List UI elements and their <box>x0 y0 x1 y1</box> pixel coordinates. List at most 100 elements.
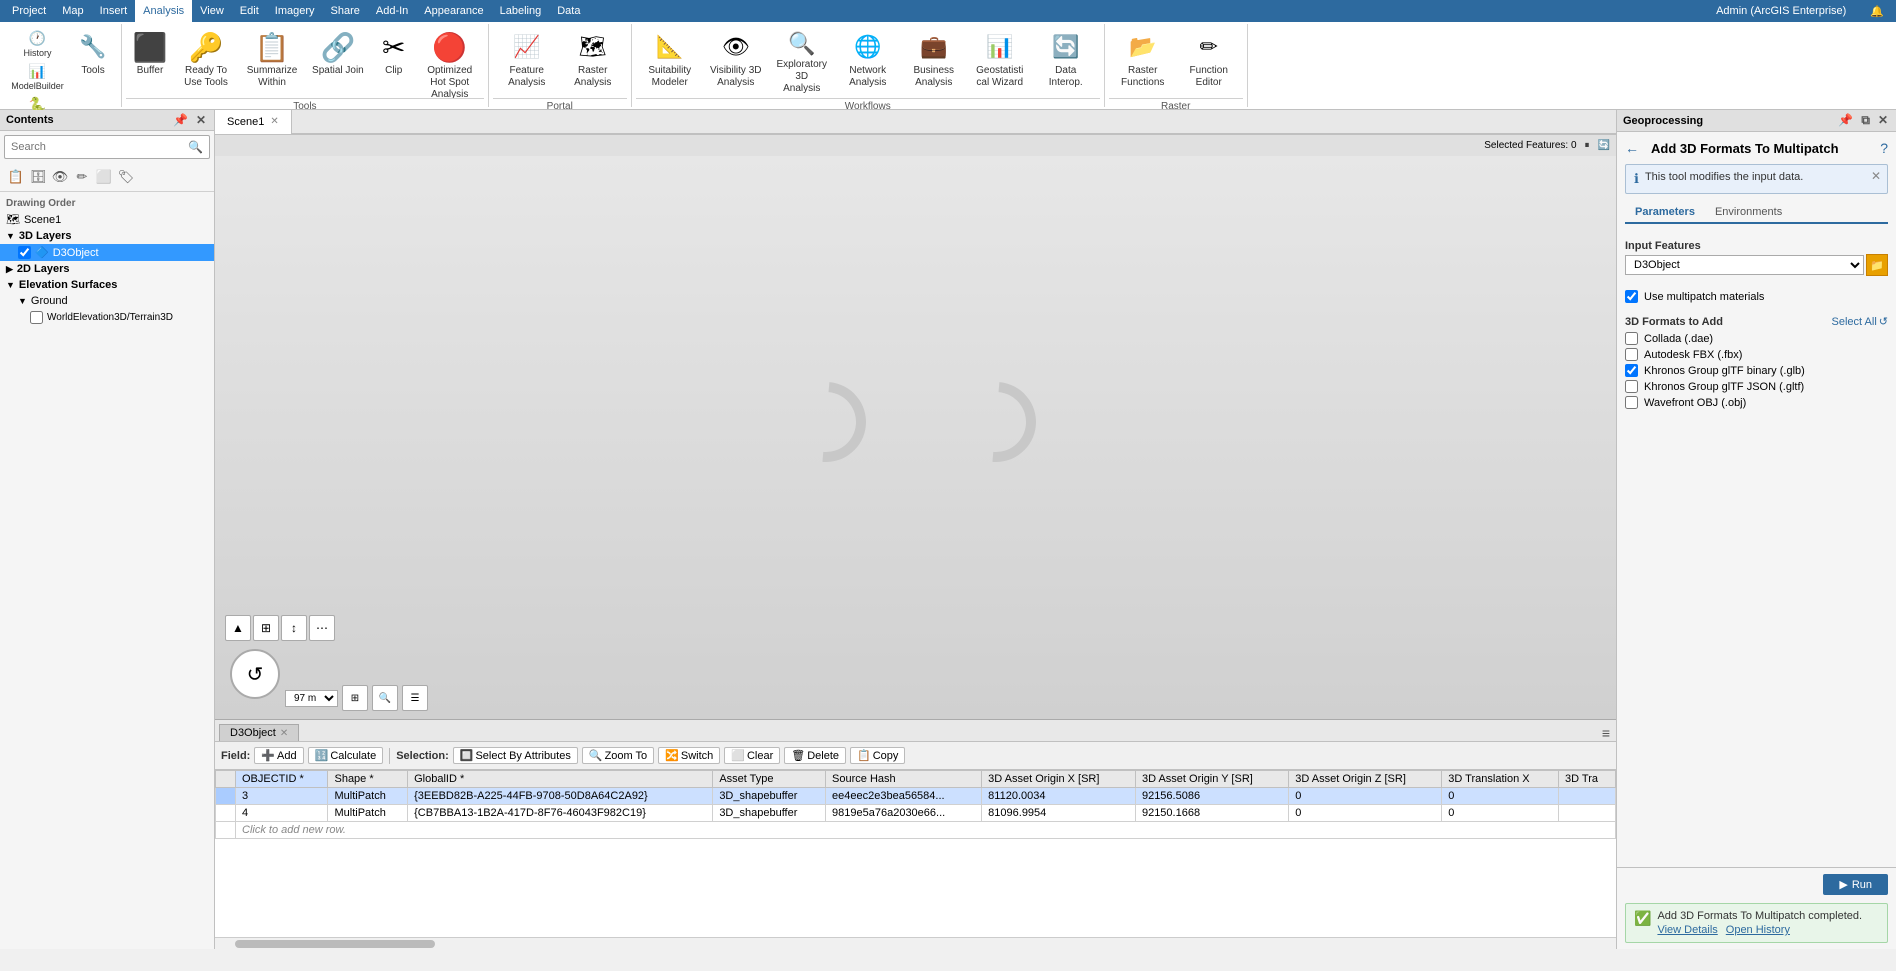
notification-icon[interactable]: 🔔 <box>1862 0 1892 22</box>
scene1-tab-close[interactable]: ✕ <box>270 116 278 127</box>
magnifier-btn[interactable]: 🔍 <box>372 685 398 711</box>
select-all-btn[interactable]: Select All ↺ <box>1832 315 1888 328</box>
back-btn[interactable]: ← <box>1625 140 1639 156</box>
table-view-btn[interactable]: ☰ <box>402 685 428 711</box>
fbx-checkbox[interactable] <box>1625 348 1638 361</box>
history-btn[interactable]: 🕐 History <box>6 28 69 60</box>
geo-panel-close-btn[interactable]: ✕ <box>1876 113 1890 128</box>
visibility-3d-btn[interactable]: 👁 Visibility 3D Analysis <box>704 28 768 96</box>
contents-selection-btn[interactable]: ⬜ <box>94 167 114 187</box>
add-row[interactable]: Click to add new row. <box>216 822 1616 839</box>
menu-addin[interactable]: Add-In <box>368 0 416 22</box>
menu-edit[interactable]: Edit <box>232 0 267 22</box>
menu-view[interactable]: View <box>192 0 232 22</box>
clear-btn[interactable]: ⬜ Clear <box>724 747 780 764</box>
menu-labeling[interactable]: Labeling <box>492 0 550 22</box>
modelbuilder-btn[interactable]: 📊 ModelBuilder <box>6 61 69 93</box>
input-features-dropdown[interactable]: D3Object <box>1625 255 1864 275</box>
add-field-btn[interactable]: ➕ Add <box>254 747 303 764</box>
input-features-browse-btn[interactable]: 📁 <box>1866 254 1888 276</box>
copy-btn[interactable]: 📋 Copy <box>850 747 905 764</box>
delete-btn[interactable]: 🗑 Delete <box>784 747 846 764</box>
tree-d3object[interactable]: 🔷 D3Object <box>0 244 214 261</box>
scale-dropdown[interactable]: 97 m <box>285 690 338 707</box>
zoom-to-btn[interactable]: 🔍 Zoom To <box>582 747 654 764</box>
open-history-link[interactable]: Open History <box>1726 924 1790 936</box>
tree-elevation-surfaces[interactable]: ▼ Elevation Surfaces <box>0 277 214 293</box>
compass-widget[interactable]: ↺ <box>230 649 280 699</box>
menu-analysis[interactable]: Analysis <box>135 0 192 22</box>
attr-table-hscrollbar[interactable] <box>215 937 1616 949</box>
geostatistical-wizard-btn[interactable]: 📊 Geostatistical Wizard <box>968 28 1032 96</box>
menu-project[interactable]: Project <box>4 0 54 22</box>
origin-x-col-header[interactable]: 3D Asset Origin X [SR] <box>982 771 1136 788</box>
use-multipatch-row[interactable]: Use multipatch materials <box>1625 290 1888 303</box>
obj-checkbox[interactable] <box>1625 396 1638 409</box>
business-analysis-btn[interactable]: 💼 Business Analysis <box>902 28 966 96</box>
optimized-hot-spot-btn[interactable]: 🔴 Optimized Hot Spot Analysis <box>418 28 482 96</box>
origin-z-col-header[interactable]: 3D Asset Origin Z [SR] <box>1289 771 1442 788</box>
refresh-btn[interactable]: 🔄 <box>1598 140 1610 151</box>
attribute-table[interactable]: OBJECTID * Shape * GlobalID * Asset Type… <box>215 770 1616 937</box>
raster-analysis-btn[interactable]: 🗺 Raster Analysis <box>561 28 625 96</box>
scene1-tab[interactable]: Scene1 ✕ <box>215 110 292 134</box>
contents-pin-btn[interactable]: 📌 <box>171 113 190 127</box>
clip-btn[interactable]: ✂ Clip <box>372 28 416 96</box>
view-details-link[interactable]: View Details <box>1657 924 1717 936</box>
menu-appearance[interactable]: Appearance <box>416 0 491 22</box>
network-analysis-btn[interactable]: 🌐 Network Analysis <box>836 28 900 96</box>
contents-search-input[interactable] <box>11 141 188 153</box>
attr-table-options-btn[interactable]: ≡ <box>1602 725 1616 741</box>
contents-edit-btn[interactable]: ✏ <box>72 167 92 187</box>
scene-view[interactable]: ▲ ⊞ ↕ ⋯ ↺ 97 m ⊞ 🔍 ☰ <box>215 134 1616 719</box>
tree-world-elevation[interactable]: WorldElevation3D/Terrain3D <box>0 309 214 326</box>
format-collada[interactable]: Collada (.dae) <box>1625 332 1888 345</box>
contents-list-by-drawing-order-btn[interactable]: 📋 <box>6 167 26 187</box>
geo-help-icon[interactable]: ? <box>1880 140 1888 156</box>
contents-search-box[interactable]: 🔍 <box>4 135 210 159</box>
format-gltf-json[interactable]: Khronos Group glTF JSON (.gltf) <box>1625 380 1888 393</box>
switch-btn[interactable]: 🔀 Switch <box>658 747 720 764</box>
trans-col-header[interactable]: 3D Tra <box>1559 771 1616 788</box>
contents-list-by-visibility-btn[interactable]: 👁 <box>50 167 70 187</box>
select-by-attributes-btn[interactable]: 🔲 Select By Attributes <box>453 747 578 764</box>
buffer-btn[interactable]: ⬛ Buffer <box>128 28 172 96</box>
objectid-col-header[interactable]: OBJECTID * <box>236 771 328 788</box>
tree-ground[interactable]: ▼ Ground <box>0 293 214 309</box>
gltf-binary-checkbox[interactable] <box>1625 364 1638 377</box>
menu-data[interactable]: Data <box>549 0 588 22</box>
exploratory-3d-btn[interactable]: 🔍 Exploratory 3D Analysis <box>770 28 834 96</box>
contents-list-by-source-btn[interactable]: 🗄 <box>28 167 48 187</box>
attr-tab-close[interactable]: ✕ <box>280 728 288 739</box>
geo-panel-pin-btn[interactable]: 📌 <box>1836 113 1855 128</box>
raster-functions-btn[interactable]: 📂 Raster Functions <box>1111 28 1175 96</box>
menu-share[interactable]: Share <box>323 0 368 22</box>
spatial-join-btn[interactable]: 🔗 Spatial Join <box>306 28 370 96</box>
collada-checkbox[interactable] <box>1625 332 1638 345</box>
asset-type-col-header[interactable]: Asset Type <box>713 771 826 788</box>
suitability-modeler-btn[interactable]: 📐 Suitability Modeler <box>638 28 702 96</box>
summarize-within-btn[interactable]: 📋 Summarize Within <box>240 28 304 96</box>
info-close-btn[interactable]: ✕ <box>1871 169 1881 183</box>
zoom-in-btn[interactable]: ▲ <box>225 615 251 641</box>
world-elevation-checkbox[interactable] <box>30 311 43 324</box>
d3object-visibility-checkbox[interactable] <box>18 246 31 259</box>
data-interop-btn[interactable]: 🔄 Data Interop. <box>1034 28 1098 96</box>
d3object-attr-tab[interactable]: D3Object ✕ <box>219 724 299 741</box>
pause-btn[interactable]: ⏸ <box>1585 140 1590 151</box>
trans-x-col-header[interactable]: 3D Translation X <box>1442 771 1559 788</box>
shape-col-header[interactable]: Shape * <box>328 771 408 788</box>
origin-y-col-header[interactable]: 3D Asset Origin Y [SR] <box>1135 771 1288 788</box>
tilt-btn[interactable]: ↕ <box>281 615 307 641</box>
feature-analysis-btn[interactable]: 📈 Feature Analysis <box>495 28 559 96</box>
menu-insert[interactable]: Insert <box>92 0 136 22</box>
table-row[interactable]: 3 MultiPatch {3EEBD82B-A225-44FB-9708-50… <box>216 788 1616 805</box>
more-tools-btn[interactable]: ⋯ <box>309 615 335 641</box>
sort-indicator-col[interactable] <box>216 771 236 788</box>
table-row[interactable]: 4 MultiPatch {CB7BBA13-1B2A-417D-8F76-46… <box>216 805 1616 822</box>
menu-map[interactable]: Map <box>54 0 91 22</box>
zoom-extent-btn[interactable]: ⊞ <box>253 615 279 641</box>
environments-tab[interactable]: Environments <box>1705 202 1792 222</box>
gltf-json-checkbox[interactable] <box>1625 380 1638 393</box>
format-obj[interactable]: Wavefront OBJ (.obj) <box>1625 396 1888 409</box>
